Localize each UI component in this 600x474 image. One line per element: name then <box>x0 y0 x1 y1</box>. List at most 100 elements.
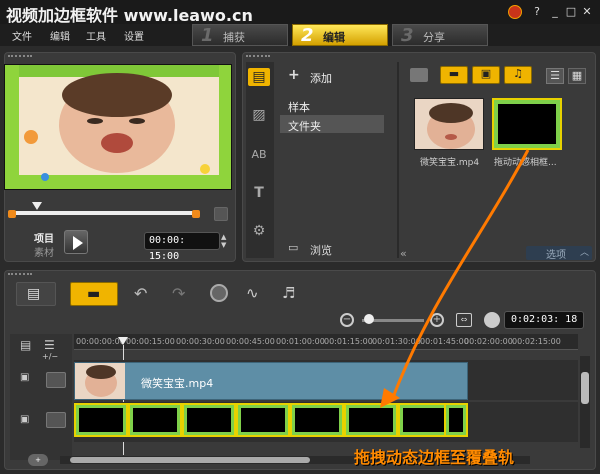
overlay-frame-segment[interactable] <box>182 403 236 437</box>
overlay-frame-segment[interactable] <box>236 403 290 437</box>
tab-capture[interactable]: 1 捕获 <box>192 24 288 46</box>
app-logo-icon <box>508 5 522 19</box>
tab-edit[interactable]: 2 编辑 <box>292 24 388 46</box>
menu-edit[interactable]: 编辑 <box>50 28 70 43</box>
title-overlay-tab-icon[interactable]: AB <box>248 146 270 164</box>
play-icon <box>73 236 83 250</box>
overlay-frame-segment[interactable] <box>344 403 398 437</box>
library-grip-icon <box>246 55 270 58</box>
ruler-tick: 00:02:00:00 <box>464 337 513 346</box>
undo-icon[interactable]: ↶ <box>134 284 147 303</box>
filter-image-button[interactable]: ▣ <box>472 66 500 84</box>
ruler-tick: 00:01:45:00 <box>420 337 469 346</box>
library-divider <box>397 62 399 258</box>
chevron-up-icon: ︿ <box>580 248 590 258</box>
zoom-slider-thumb[interactable] <box>364 314 374 324</box>
options-button[interactable]: 选项 ︿ <box>526 246 592 261</box>
timeline-view-button[interactable]: ▬ <box>70 282 118 306</box>
browse-icon: ▭ <box>288 241 299 254</box>
overlay-track-lock-icon[interactable]: ▣ <box>20 414 29 425</box>
minimize-button[interactable]: _ <box>548 5 562 19</box>
timeline-playhead[interactable] <box>118 337 128 345</box>
preview-timecode[interactable]: 00:00: 15:00 <box>144 232 220 262</box>
overlay-frame-segment[interactable] <box>444 403 468 437</box>
annotation-caption: 拖拽动态边框至覆叠轨 <box>354 448 515 467</box>
media-tab-icon[interactable]: ▤ <box>248 68 270 86</box>
preview-frame-image <box>5 65 231 189</box>
record-capture-icon[interactable] <box>210 284 228 302</box>
overlay-frame-segment[interactable] <box>290 403 344 437</box>
fit-project-icon[interactable]: ⇔ <box>456 313 472 327</box>
overlay-track-icon <box>46 412 66 428</box>
trim-end-handle[interactable] <box>192 210 200 218</box>
filmstrip-icon: ▤ <box>27 286 41 302</box>
ruler-tick: 00:01:30:00 <box>372 337 421 346</box>
add-folder-label[interactable]: 添加 <box>310 70 332 86</box>
auto-music-icon[interactable]: ♬ <box>282 284 295 302</box>
add-track-icon[interactable]: +/− <box>42 352 58 361</box>
library-thumb-frame[interactable] <box>492 98 562 150</box>
menu-settings[interactable]: 设置 <box>124 28 144 43</box>
clip-mode-label[interactable]: 素材 <box>34 244 54 259</box>
close-button[interactable]: ✕ <box>580 5 594 19</box>
trim-start-handle[interactable] <box>8 210 16 218</box>
library-thumb-baby-caption: 微笑宝宝.mp4 <box>420 158 480 168</box>
project-mode-label[interactable]: 项目 <box>34 230 54 245</box>
filter-audio-button[interactable]: ♫ <box>504 66 532 84</box>
timeline-vscroll-thumb[interactable] <box>581 372 589 404</box>
text-tab-icon[interactable]: T <box>248 184 270 202</box>
video-track-icon <box>46 372 66 388</box>
ruler-tick: 00:00:15:00 <box>126 337 175 346</box>
video-clip-title: 微笑宝宝.mp4 <box>141 377 214 390</box>
storyboard-view-button[interactable]: ▤ <box>16 282 56 306</box>
baby-thumbnail-image <box>415 99 483 149</box>
filter-video-button[interactable]: ▬ <box>440 66 468 84</box>
menu-tools[interactable]: 工具 <box>86 28 106 43</box>
grid-view-icon[interactable]: ▦ <box>568 68 586 84</box>
timeline-grip-icon <box>8 273 32 276</box>
play-button[interactable] <box>64 230 88 254</box>
video-clip[interactable]: 微笑宝宝.mp4 <box>74 362 468 400</box>
menu-file[interactable]: 文件 <box>12 28 32 43</box>
ruler-tick: 00:00:30:00 <box>176 337 225 346</box>
sound-mixer-icon[interactable]: ∿ <box>246 284 259 302</box>
panel-grip-icon <box>8 55 32 58</box>
filter-tab-icon[interactable]: ⚙ <box>248 222 270 240</box>
add-track-bottom-button[interactable]: + <box>28 454 48 466</box>
folder-item-samples[interactable]: 样本 <box>288 99 310 115</box>
ruler-tick: 00:01:00:00 <box>276 337 325 346</box>
app-title: 视频加边框软件 www.leawo.cn <box>6 6 253 25</box>
timeline-hscroll-thumb[interactable] <box>70 457 310 463</box>
zoom-in-icon[interactable]: + <box>430 313 444 327</box>
overlay-frame-segment[interactable] <box>74 403 128 437</box>
browse-button[interactable]: ▭ 浏览 <box>286 240 376 258</box>
video-track-lock-icon[interactable]: ▣ <box>20 372 29 383</box>
split-icon[interactable] <box>214 207 228 221</box>
folder-open-icon[interactable] <box>410 68 428 82</box>
chapter-list-icon[interactable]: ☰ <box>44 338 55 352</box>
help-icon[interactable]: ? <box>530 5 544 19</box>
track-manager-icon[interactable]: ▤ <box>20 338 31 352</box>
transition-tab-icon[interactable]: ▨ <box>248 106 270 124</box>
library-thumb-baby[interactable] <box>414 98 484 150</box>
overlay-frame-segment[interactable] <box>128 403 182 437</box>
video-clip-thumbnail <box>75 363 125 399</box>
folder-item-folder[interactable]: 文件夹 <box>288 118 321 134</box>
timecode-spinner-icon[interactable]: ▲ ▼ <box>221 233 226 249</box>
ruler-tick: 00:01:15:00 <box>324 337 373 346</box>
maximize-button[interactable]: □ <box>564 5 578 19</box>
ruler-tick: 00:00:45:00 <box>226 337 275 346</box>
tab-share[interactable]: 3 分享 <box>392 24 488 46</box>
library-thumb-frame-caption: 拖动动感相框... <box>494 158 557 168</box>
project-duration-timecode[interactable]: 0:02:03: 18 <box>504 311 584 329</box>
ruler-tick: 00:02:15:00 <box>512 337 561 346</box>
preview-video <box>4 64 232 190</box>
zoom-out-icon[interactable]: − <box>340 313 354 327</box>
library-collapse-icon[interactable]: « <box>400 247 407 260</box>
scrub-playhead[interactable] <box>32 202 42 210</box>
list-view-icon[interactable]: ☰ <box>546 68 564 84</box>
timeline-icon: ▬ <box>87 286 101 302</box>
scrub-track[interactable] <box>14 211 194 215</box>
redo-icon[interactable]: ↷ <box>172 284 185 303</box>
add-icon[interactable]: + <box>288 67 300 83</box>
